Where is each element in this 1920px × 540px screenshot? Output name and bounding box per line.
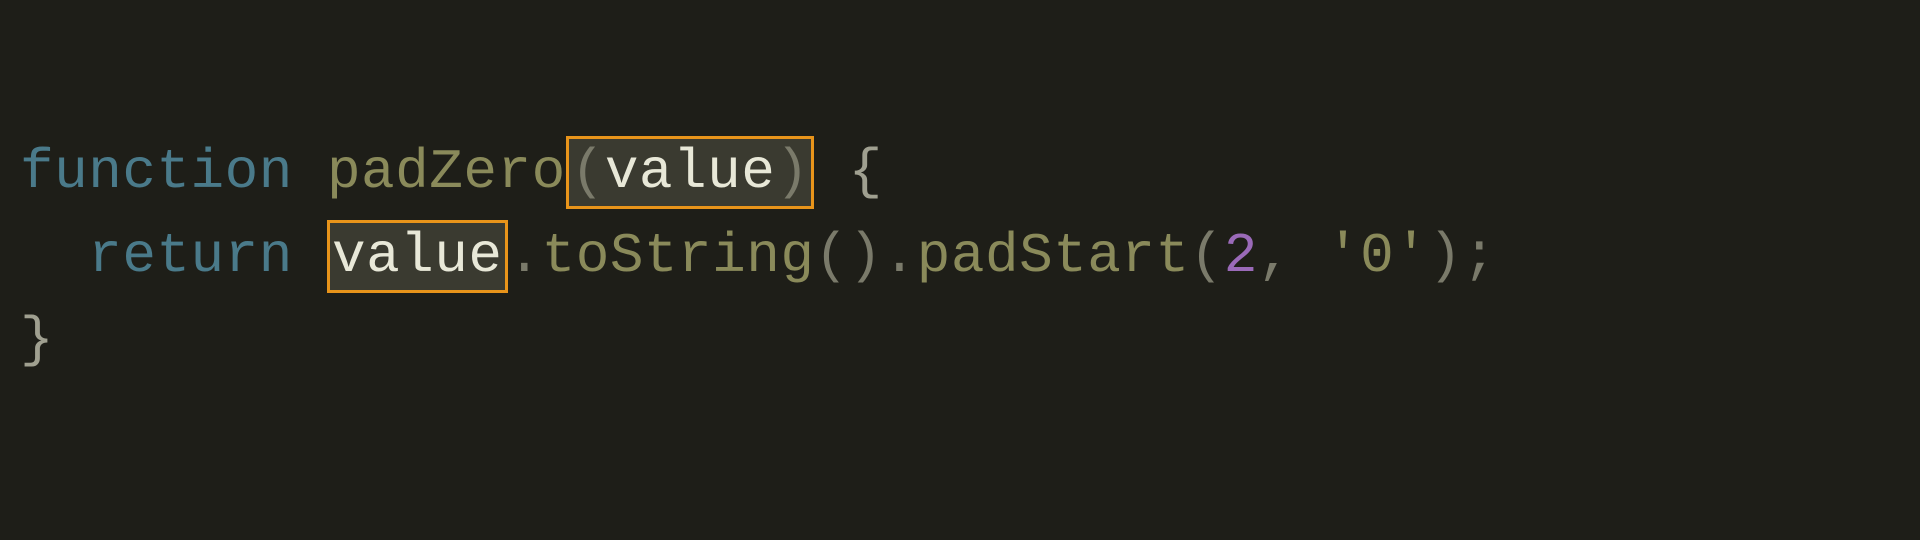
dot: . <box>508 224 542 288</box>
string-literal: '0' <box>1326 224 1428 288</box>
identifier-highlight[interactable]: value <box>327 220 508 293</box>
code-editor[interactable]: function padZero(value) { return value.t… <box>20 130 1900 382</box>
code-line-3[interactable]: } <box>20 298 1900 382</box>
paren-open: ( <box>1190 224 1224 288</box>
parameter-highlight[interactable]: (value) <box>566 136 815 209</box>
code-line-1[interactable]: function padZero(value) { <box>20 130 1900 214</box>
semicolon: ; <box>1463 224 1497 288</box>
keyword-function: function <box>20 140 293 204</box>
whitespace <box>1292 224 1326 288</box>
paren-close: ) <box>1428 224 1462 288</box>
indent <box>20 224 88 288</box>
dot: . <box>883 224 917 288</box>
whitespace <box>293 140 327 204</box>
whitespace <box>814 140 848 204</box>
parens: () <box>814 224 882 288</box>
method-padstart: padStart <box>917 224 1190 288</box>
paren-close: ) <box>775 140 809 204</box>
keyword-return: return <box>88 224 293 288</box>
function-name: padZero <box>327 140 566 204</box>
brace-close: } <box>20 308 54 372</box>
method-tostring: toString <box>542 224 815 288</box>
comma: , <box>1258 224 1292 288</box>
parameter-name: value <box>605 140 776 204</box>
brace-open: { <box>849 140 883 204</box>
code-line-2[interactable]: return value.toString().padStart(2, '0')… <box>20 214 1900 298</box>
paren-open: ( <box>571 140 605 204</box>
whitespace <box>293 224 327 288</box>
number-literal: 2 <box>1224 224 1258 288</box>
